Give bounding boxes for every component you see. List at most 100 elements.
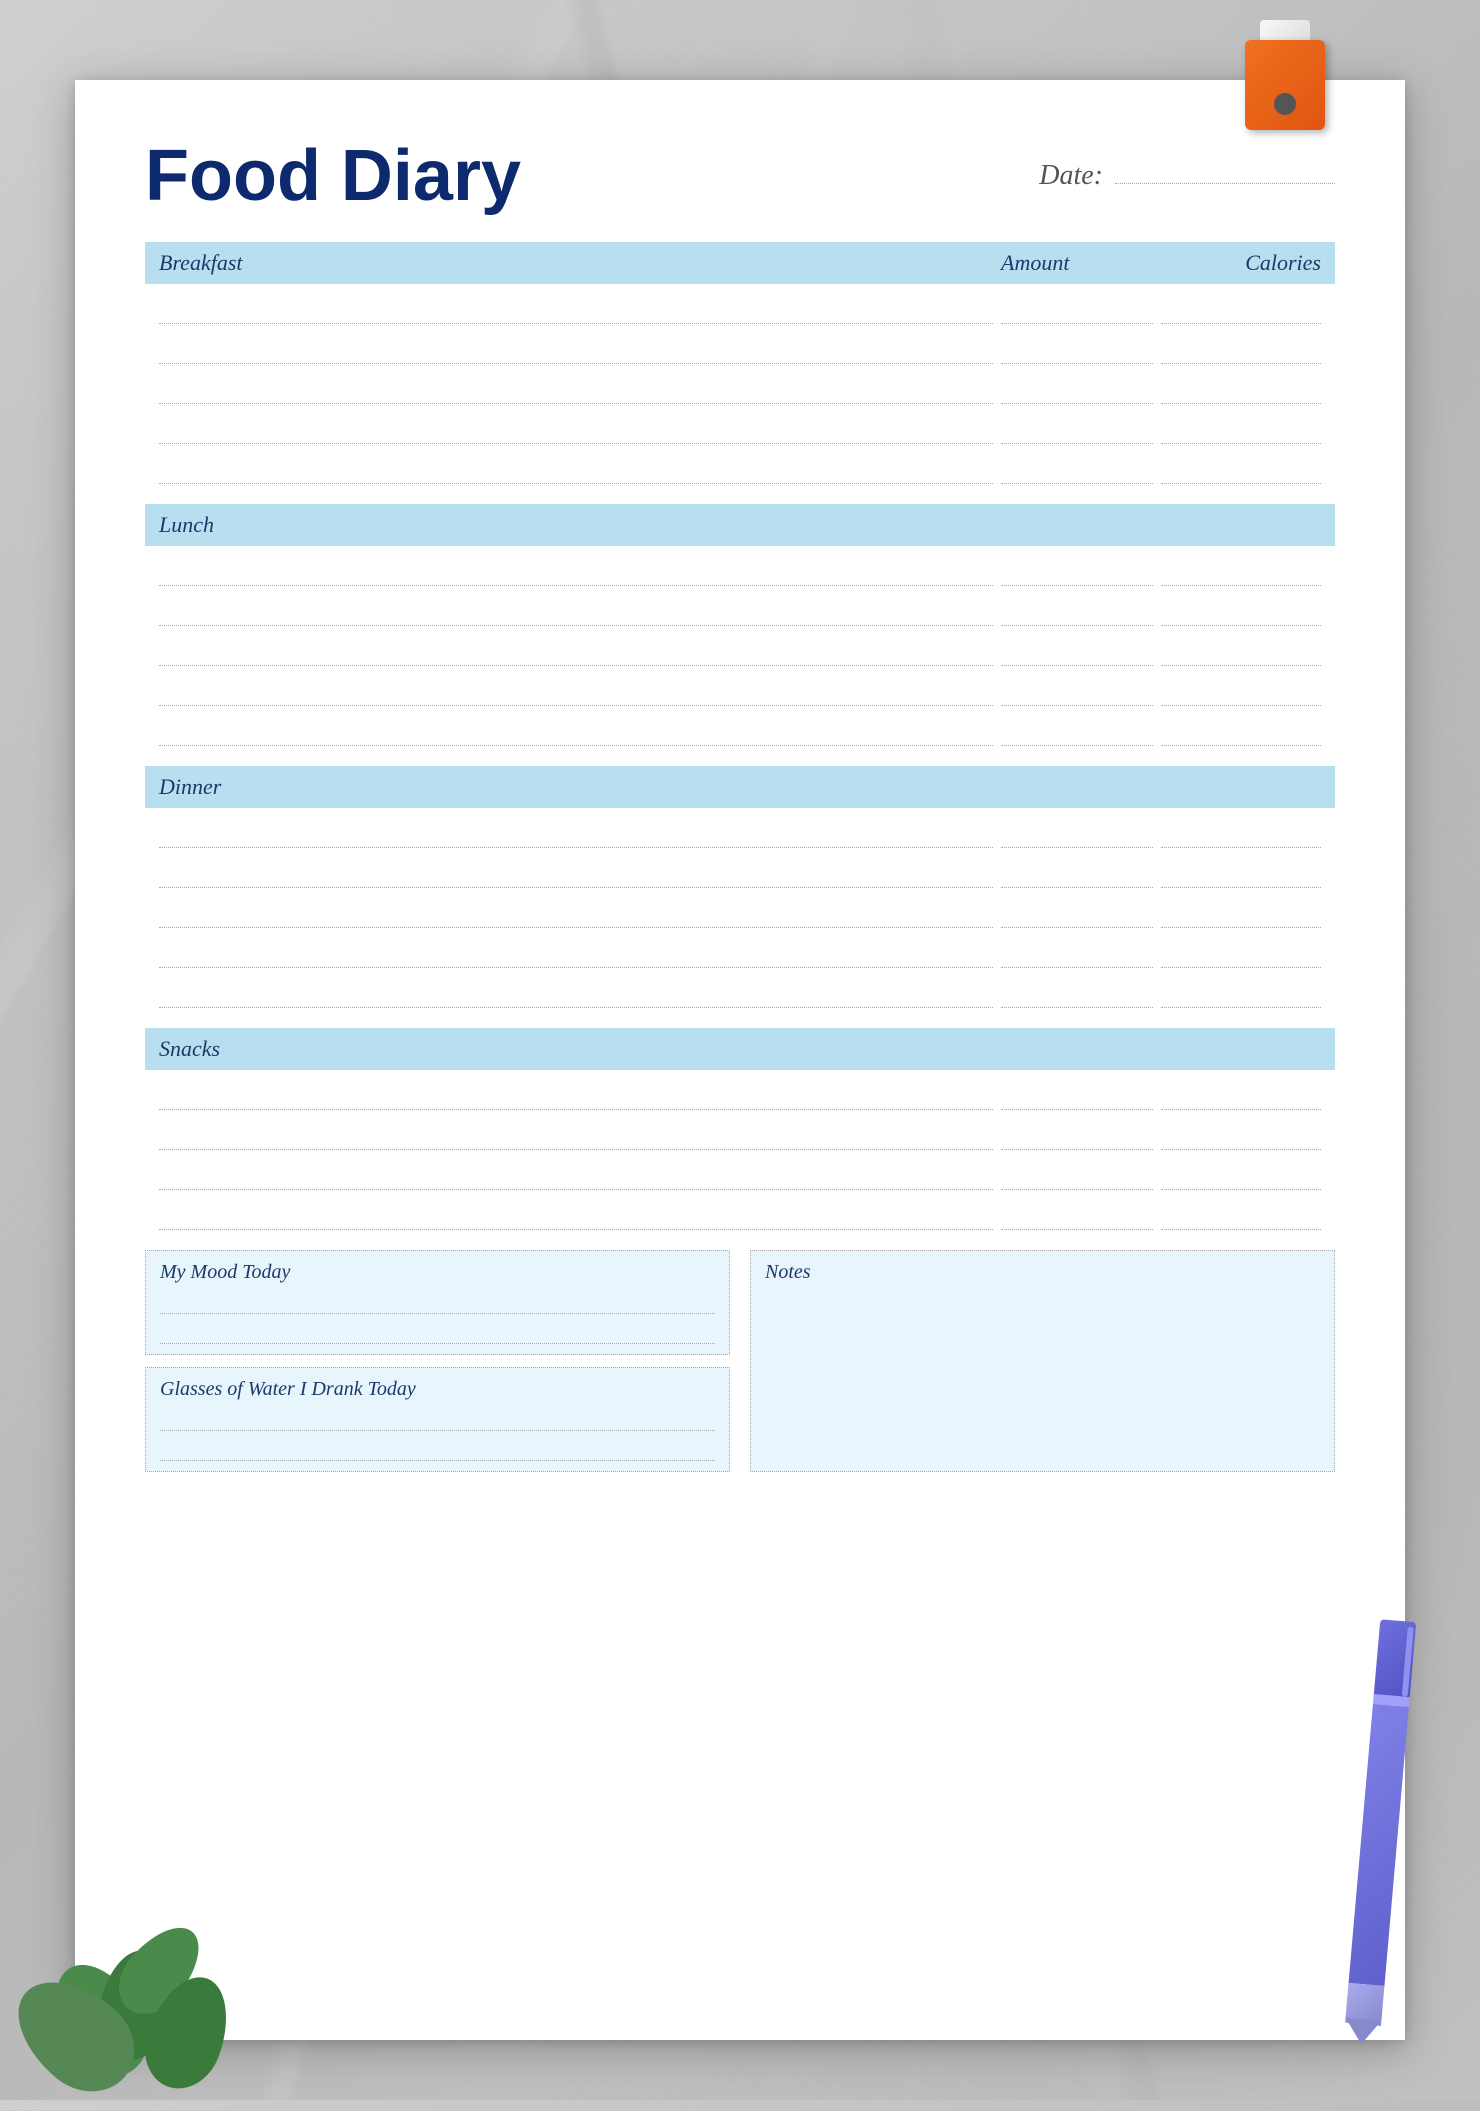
mood-label: My Mood Today — [160, 1261, 715, 1284]
amount-cell[interactable] — [1001, 900, 1153, 928]
calories-cell[interactable] — [1161, 416, 1321, 444]
table-row — [145, 968, 1335, 1008]
food-cell[interactable] — [159, 1202, 993, 1230]
calories-cell[interactable] — [1161, 678, 1321, 706]
food-cell[interactable] — [159, 860, 993, 888]
calories-cell[interactable] — [1161, 296, 1321, 324]
table-row — [145, 1070, 1335, 1110]
water-line-2[interactable] — [160, 1439, 715, 1461]
amount-cell[interactable] — [1001, 456, 1153, 484]
amount-cell[interactable] — [1001, 980, 1153, 1008]
amount-cell[interactable] — [1001, 638, 1153, 666]
amount-cell[interactable] — [1001, 1162, 1153, 1190]
table-row — [145, 586, 1335, 626]
notes-box[interactable]: Notes — [750, 1250, 1335, 1472]
food-cell[interactable] — [159, 336, 993, 364]
date-label: Date: — [1039, 160, 1103, 192]
table-row — [145, 546, 1335, 586]
food-cell[interactable] — [159, 940, 993, 968]
amount-cell[interactable] — [1001, 376, 1153, 404]
food-cell[interactable] — [159, 296, 993, 324]
amount-label: Amount — [1001, 250, 1161, 276]
water-line-1[interactable] — [160, 1409, 715, 1431]
calories-cell[interactable] — [1161, 860, 1321, 888]
table-row — [145, 928, 1335, 968]
header: Food Diary Date: — [145, 140, 1335, 212]
table-row — [145, 404, 1335, 444]
calories-cell[interactable] — [1161, 558, 1321, 586]
food-cell[interactable] — [159, 376, 993, 404]
bottom-grid: My Mood Today Glasses of Water I Drank T… — [145, 1250, 1335, 1472]
amount-cell[interactable] — [1001, 718, 1153, 746]
snacks-header: Snacks — [145, 1028, 1335, 1070]
table-row — [145, 706, 1335, 746]
breakfast-rows — [145, 284, 1335, 484]
food-cell[interactable] — [159, 900, 993, 928]
food-cell[interactable] — [159, 1122, 993, 1150]
amount-cell[interactable] — [1001, 1122, 1153, 1150]
dinner-header: Dinner — [145, 766, 1335, 808]
calories-cell[interactable] — [1161, 638, 1321, 666]
food-cell[interactable] — [159, 598, 993, 626]
amount-cell[interactable] — [1001, 940, 1153, 968]
table-row — [145, 808, 1335, 848]
sharpener-decoration — [1245, 20, 1325, 130]
breakfast-section: Breakfast Amount Calories — [145, 242, 1335, 484]
calories-cell[interactable] — [1161, 376, 1321, 404]
food-cell[interactable] — [159, 980, 993, 1008]
calories-cell[interactable] — [1161, 456, 1321, 484]
lunch-label: Lunch — [159, 512, 214, 537]
plant-decoration — [0, 1800, 250, 2100]
food-cell[interactable] — [159, 638, 993, 666]
food-cell[interactable] — [159, 718, 993, 746]
lunch-section: Lunch — [145, 504, 1335, 746]
table-row — [145, 444, 1335, 484]
food-cell[interactable] — [159, 820, 993, 848]
amount-cell[interactable] — [1001, 678, 1153, 706]
breakfast-header: Breakfast Amount Calories — [145, 242, 1335, 284]
amount-cell[interactable] — [1001, 416, 1153, 444]
food-cell[interactable] — [159, 456, 993, 484]
water-box[interactable]: Glasses of Water I Drank Today — [145, 1367, 730, 1472]
water-label: Glasses of Water I Drank Today — [160, 1378, 715, 1401]
table-row — [145, 1110, 1335, 1150]
amount-cell[interactable] — [1001, 558, 1153, 586]
lunch-header: Lunch — [145, 504, 1335, 546]
table-row — [145, 848, 1335, 888]
amount-cell[interactable] — [1001, 296, 1153, 324]
calories-cell[interactable] — [1161, 1202, 1321, 1230]
calories-cell[interactable] — [1161, 336, 1321, 364]
food-cell[interactable] — [159, 416, 993, 444]
dinner-section: Dinner — [145, 766, 1335, 1008]
calories-cell[interactable] — [1161, 820, 1321, 848]
mood-line-2[interactable] — [160, 1322, 715, 1344]
food-cell[interactable] — [159, 1162, 993, 1190]
calories-cell[interactable] — [1161, 1162, 1321, 1190]
calories-cell[interactable] — [1161, 980, 1321, 1008]
amount-cell[interactable] — [1001, 860, 1153, 888]
mood-box[interactable]: My Mood Today — [145, 1250, 730, 1355]
calories-cell[interactable] — [1161, 900, 1321, 928]
snacks-label: Snacks — [159, 1036, 220, 1061]
table-row — [145, 324, 1335, 364]
lunch-rows — [145, 546, 1335, 746]
page-title: Food Diary — [145, 140, 521, 212]
calories-cell[interactable] — [1161, 718, 1321, 746]
table-row — [145, 626, 1335, 666]
calories-cell[interactable] — [1161, 598, 1321, 626]
amount-cell[interactable] — [1001, 1082, 1153, 1110]
food-cell[interactable] — [159, 1082, 993, 1110]
amount-cell[interactable] — [1001, 1202, 1153, 1230]
food-cell[interactable] — [159, 558, 993, 586]
amount-cell[interactable] — [1001, 820, 1153, 848]
calories-cell[interactable] — [1161, 1122, 1321, 1150]
amount-cell[interactable] — [1001, 598, 1153, 626]
table-row — [145, 1150, 1335, 1190]
table-row — [145, 666, 1335, 706]
mood-line-1[interactable] — [160, 1292, 715, 1314]
calories-cell[interactable] — [1161, 1082, 1321, 1110]
dinner-rows — [145, 808, 1335, 1008]
calories-cell[interactable] — [1161, 940, 1321, 968]
amount-cell[interactable] — [1001, 336, 1153, 364]
food-cell[interactable] — [159, 678, 993, 706]
